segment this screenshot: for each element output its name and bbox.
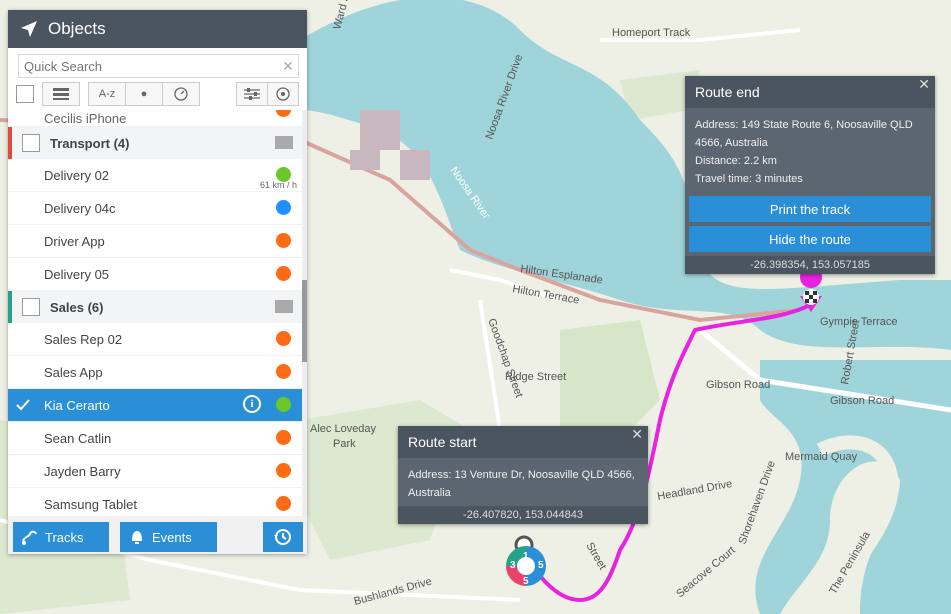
list-scrollbar[interactable] <box>302 110 307 516</box>
list-item[interactable]: Delivery 05 <box>8 258 307 291</box>
history-icon <box>274 529 291 545</box>
address-text: Address: 13 Venture Dr, Noosaville QLD 4… <box>408 469 635 499</box>
address-text: Address: 149 State Route 6, Noosaville Q… <box>695 119 913 149</box>
search-input[interactable] <box>19 55 278 77</box>
group-checkbox[interactable] <box>22 298 40 316</box>
history-button[interactable] <box>263 522 303 552</box>
route-end-popup: Route end ✕ Address: 149 State Route 6, … <box>685 76 935 274</box>
status-dot <box>276 397 291 412</box>
sort-az-button[interactable]: A-z <box>89 83 126 105</box>
list-item[interactable]: Sales Rep 02 <box>8 323 307 356</box>
map-label: Homeport Track <box>612 27 691 39</box>
svg-text:3: 3 <box>510 560 516 571</box>
list-view-icon[interactable] <box>43 83 79 105</box>
objects-list: Cecilis iPhone Transport (4) Delivery 02… <box>8 110 307 516</box>
list-item-selected[interactable]: Kia Cerarto i <box>8 389 307 422</box>
close-icon[interactable]: ✕ <box>631 426 643 443</box>
list-item[interactable]: Cecilis iPhone <box>8 110 307 127</box>
popup-title: Route end <box>685 76 935 108</box>
group-checkbox[interactable] <box>22 134 40 152</box>
settings-group <box>236 82 299 106</box>
list-item[interactable]: Delivery 02 61 km / h <box>8 159 307 192</box>
panel-title: Objects <box>48 19 106 38</box>
map-label: Gibson Road <box>830 395 894 407</box>
coordinates-text: -26.407820, 153.044843 <box>398 506 648 524</box>
sort-group: A-z ● <box>88 82 200 106</box>
map-label: Mermaid Quay <box>785 451 858 463</box>
panel-header: Objects <box>8 10 307 48</box>
route-start-popup: Route start ✕ Address: 13 Venture Dr, No… <box>398 426 648 524</box>
filter-settings-icon[interactable] <box>237 83 268 105</box>
group-name: Transport (4) <box>50 135 130 151</box>
print-track-button[interactable]: Print the track <box>689 196 931 222</box>
status-dot <box>276 266 291 281</box>
map-label: Park <box>333 438 356 450</box>
events-bell-icon <box>132 531 142 544</box>
popup-title: Route start <box>398 426 648 458</box>
scrollbar-thumb[interactable] <box>302 280 307 362</box>
status-dot <box>276 430 291 445</box>
list-item[interactable]: Samsung Tablet <box>8 488 307 516</box>
status-dot <box>276 364 291 379</box>
group-name: Sales (6) <box>50 299 104 315</box>
status-dot <box>276 233 291 248</box>
distance-text: Distance: 2.2 km <box>695 155 777 167</box>
view-toggle-group <box>42 82 80 106</box>
checkmark-icon[interactable] <box>16 398 30 412</box>
group-sales[interactable]: Sales (6) <box>8 291 307 323</box>
collapse-group-icon[interactable] <box>275 300 293 313</box>
travel-time-text: Travel time: 3 minutes <box>695 173 803 185</box>
info-icon[interactable]: i <box>243 395 261 413</box>
list-item[interactable]: Driver App <box>8 225 307 258</box>
status-dot <box>276 200 291 215</box>
status-dot <box>276 331 291 346</box>
svg-text:5: 5 <box>523 576 529 587</box>
popup-body: Address: 149 State Route 6, Noosaville Q… <box>685 108 935 192</box>
map-label: Gibson Road <box>706 379 770 391</box>
events-button[interactable]: Events <box>120 522 217 552</box>
speed-label: 61 km / h <box>259 180 297 190</box>
list-item[interactable]: Sean Catlin <box>8 422 307 455</box>
navigation-arrow-icon <box>21 21 37 37</box>
panel-toolbar: A-z ● <box>8 78 307 110</box>
coordinates-text: -26.398354, 153.057185 <box>685 256 935 274</box>
status-dot-icon[interactable]: ● <box>126 83 163 105</box>
list-item[interactable]: Delivery 04c <box>8 192 307 225</box>
svg-text:5: 5 <box>538 560 544 571</box>
clear-search-icon[interactable]: ✕ <box>278 58 298 75</box>
close-icon[interactable]: ✕ <box>918 76 930 93</box>
panel-footer: Tracks Events <box>8 516 307 554</box>
tracks-button[interactable]: Tracks <box>13 522 109 552</box>
objects-panel: Objects ✕ A-z ● Cecili <box>8 10 307 554</box>
quick-search: ✕ <box>18 54 299 78</box>
select-all-checkbox[interactable] <box>16 85 34 103</box>
speedometer-icon[interactable] <box>163 83 199 105</box>
map-label: Gympie Terrace <box>820 316 897 328</box>
map-label: Alec Loveday <box>310 423 377 435</box>
status-dot <box>276 463 291 478</box>
map-label: Ridge Street <box>505 371 566 383</box>
svg-text:1: 1 <box>523 551 529 562</box>
tracks-icon <box>22 530 37 545</box>
group-transport[interactable]: Transport (4) <box>8 127 307 159</box>
list-item[interactable]: Jayden Barry <box>8 455 307 488</box>
collapse-group-icon[interactable] <box>275 136 293 149</box>
locate-target-icon[interactable] <box>268 83 298 105</box>
list-item[interactable]: Sales App <box>8 356 307 389</box>
status-dot <box>276 110 291 117</box>
hide-route-button[interactable]: Hide the route <box>689 226 931 252</box>
status-dot <box>276 496 291 511</box>
popup-body: Address: 13 Venture Dr, Noosaville QLD 4… <box>398 458 648 506</box>
